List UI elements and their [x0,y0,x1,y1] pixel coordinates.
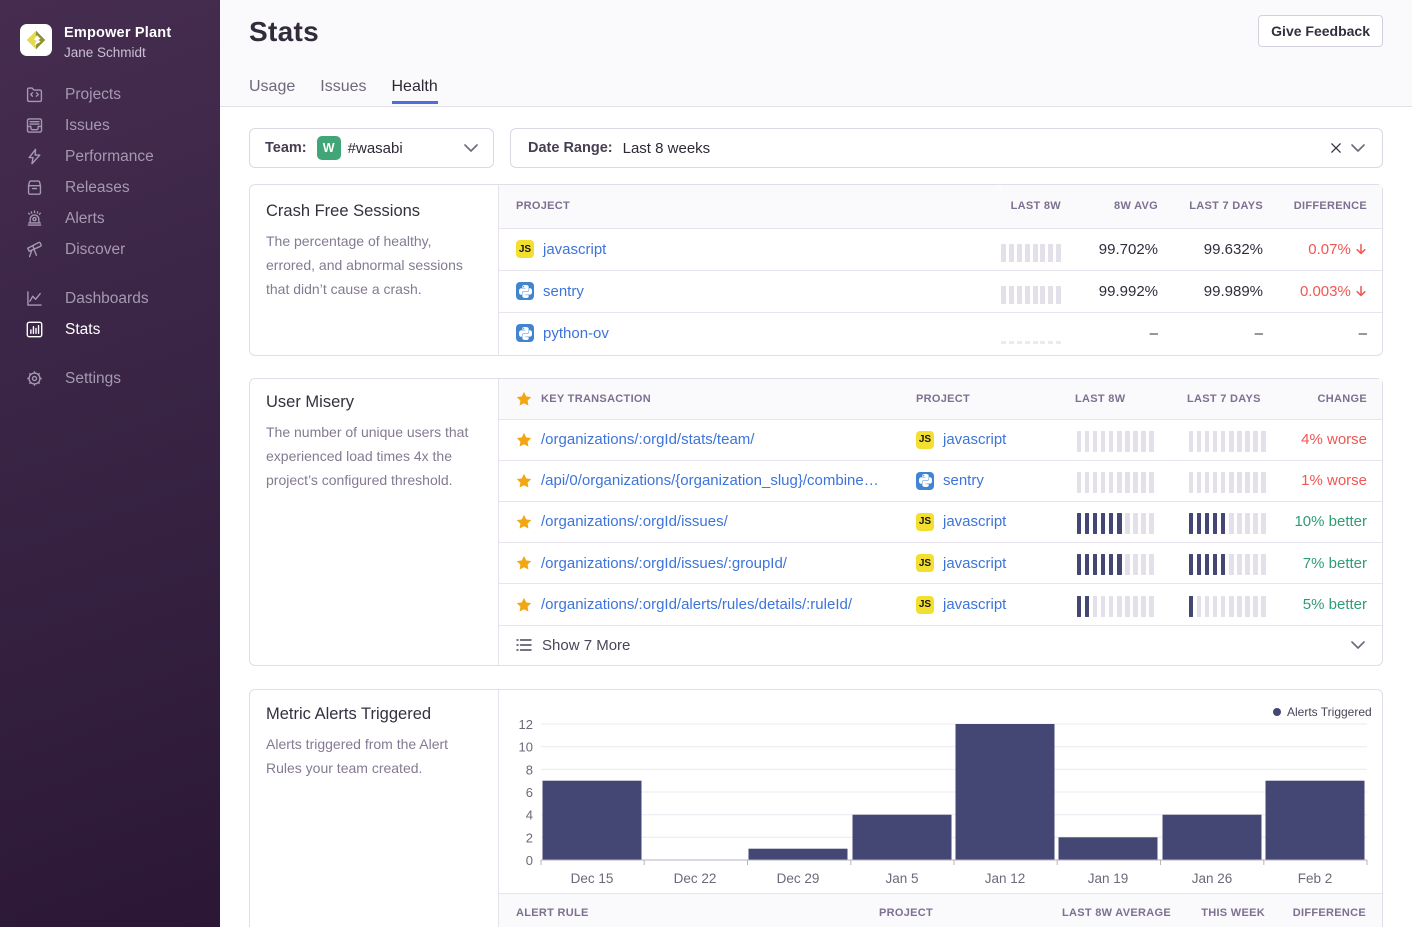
svg-text:Dec 22: Dec 22 [674,871,717,886]
svg-text:Dec 29: Dec 29 [777,871,820,886]
svg-text:8: 8 [526,762,533,777]
svg-text:Dec 15: Dec 15 [571,871,614,886]
svg-text:0: 0 [526,853,533,868]
svg-text:Jan 19: Jan 19 [1088,871,1129,886]
svg-text:Jan 5: Jan 5 [885,871,918,886]
svg-text:12: 12 [519,717,533,732]
svg-text:4: 4 [526,808,533,823]
svg-text:2: 2 [526,830,533,845]
svg-text:10: 10 [519,740,533,755]
svg-text:6: 6 [526,785,533,800]
svg-text:Jan 26: Jan 26 [1192,871,1233,886]
svg-text:Jan 12: Jan 12 [985,871,1026,886]
svg-text:Feb 2: Feb 2 [1298,871,1333,886]
svg-text:Alerts Triggered: Alerts Triggered [1287,705,1372,719]
